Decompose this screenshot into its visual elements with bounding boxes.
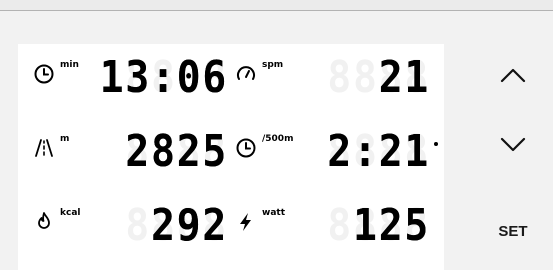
- split-unit: /500m: [262, 134, 294, 144]
- clock-icon: [32, 62, 56, 86]
- gauge-icon: [234, 62, 258, 86]
- stroke-rate-metric: spm 8888 21: [234, 52, 430, 122]
- distance-value: 2825: [125, 126, 228, 177]
- up-button[interactable]: [480, 50, 546, 100]
- calories-unit: kcal: [60, 208, 81, 218]
- power-unit: watt: [262, 208, 285, 218]
- down-button[interactable]: [480, 120, 546, 170]
- time-unit: min: [60, 60, 79, 70]
- road-icon: [32, 136, 56, 160]
- power-value: 125: [353, 200, 430, 251]
- stroke-rate-value: 21: [378, 52, 430, 103]
- split-metric: /500m 8888 2:21: [234, 126, 438, 196]
- split-value: 2:21: [327, 126, 430, 177]
- lcd-display: min 8888 13:06 spm 8888 21 m 8888 2825 /…: [18, 44, 444, 270]
- distance-metric: m 8888 2825: [32, 126, 228, 196]
- calories-metric: kcal 8888 292: [32, 200, 228, 270]
- distance-unit: m: [60, 134, 70, 144]
- time-metric: min 8888 13:06: [32, 52, 228, 122]
- stroke-rate-unit: spm: [262, 60, 284, 70]
- chevron-down-icon: [500, 137, 526, 153]
- set-button[interactable]: SET: [480, 206, 546, 256]
- clock-icon: [234, 136, 258, 160]
- time-value: 13:06: [99, 52, 228, 103]
- indicator-dot: [434, 142, 438, 146]
- set-button-label: SET: [498, 222, 528, 240]
- calories-value: 292: [151, 200, 228, 251]
- lightning-icon: [234, 210, 258, 234]
- top-bar: [0, 0, 553, 11]
- power-metric: watt 8888 125: [234, 200, 430, 270]
- flame-icon: [32, 210, 56, 234]
- chevron-up-icon: [500, 67, 526, 83]
